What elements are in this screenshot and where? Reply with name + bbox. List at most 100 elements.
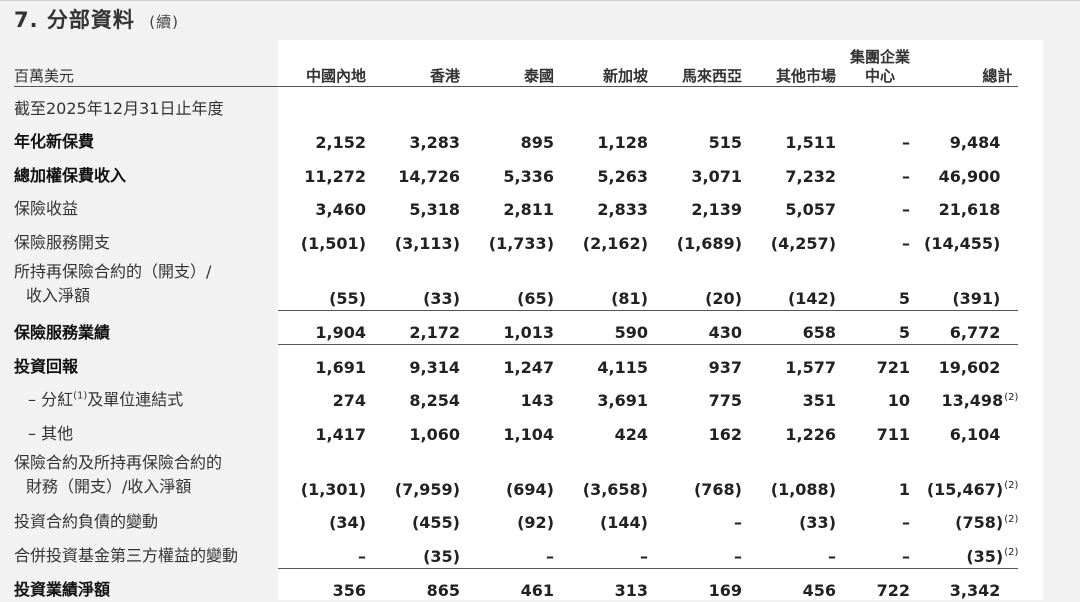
table-cell: 5 [842,255,924,311]
col-header-total: 總計 [982,67,1013,85]
cell-value: 1,013 [503,323,554,342]
table-cell: 424 [560,412,654,446]
table-row: – 其他 1,417 1,060 1,104 424 162 1,226 711 6,104 [14,412,1018,446]
table-cell: 13,498(2) [924,379,1018,413]
table-cell: (391) [924,255,1018,311]
table-cell: 6,104 [924,412,1018,446]
period-row: 截至2025年12月31日止年度 [14,87,1018,121]
cell-value: 456 [802,581,836,600]
table-cell: 143 [466,379,560,413]
cell-value: 3,283 [409,133,460,152]
cell-value: (33) [799,513,836,532]
period-label: 截至2025年12月31日止年度 [14,98,224,118]
cell-value: (35) [966,546,1004,566]
cell-value: (55) [329,288,366,308]
table-cell: – [842,154,924,188]
cell-value: 356 [332,581,366,600]
cell-value: 5,057 [785,200,836,219]
row-label: 保險收益 [14,199,79,218]
table-cell: 14,726 [372,154,466,188]
table-cell: 2,833 [560,188,654,222]
table-cell: (65) [466,255,560,311]
row-label-line: 收入淨額 [26,286,91,305]
table-cell: 3,071 [654,154,748,188]
col-header-hongkong: 香港 [429,67,460,85]
cell-value: 1,104 [503,424,554,444]
header-row: 百萬美元 中國內地 香港 泰國 新加坡 馬來西亞 其他市場 集團企業 中心 總計 [14,42,1019,87]
col-header-corporate: 集團企業 中心 [842,42,924,87]
table-cell: 1,904 [278,309,372,345]
cell-value: 274 [332,391,366,410]
table-row: 所持再保險合約的（開支）/ 收入淨額 (55) (33) (65) (81) (20) (14… [14,255,1018,311]
cell-value: 895 [520,133,554,152]
cell-value: 5,336 [503,166,554,186]
table-cell: 19,602 [924,344,1019,379]
cell-value: 5 [898,288,910,308]
footnote-marker: (2) [1004,480,1019,492]
row-label: 保險服務開支 [14,232,111,252]
table-cell: 456 [748,567,842,602]
cell-value: 162 [708,424,742,444]
table-cell: 3,283 [372,121,466,155]
table-cell: (142) [748,255,842,311]
cell-value: (1,088) [770,479,836,499]
col-header-malaysia: 馬來西亞 [681,67,742,85]
cell-value: (758) [955,513,1004,532]
table-cell: 3,691 [560,379,654,413]
row-label-suffix: 及單位連結式 [87,390,184,409]
table-cell: – [466,534,560,568]
cell-value: (1,501) [300,233,366,253]
cell-value: – [902,133,910,152]
table-cell: 590 [560,309,654,345]
table-cell: 10 [842,379,924,413]
table-row: – 分紅(1)及單位連結式 274 8,254 143 3,691 775 351 10 13,… [14,379,1018,413]
table-cell: 356 [278,567,372,602]
col-header-corporate-line: 中心 [864,67,895,85]
cell-value: (144) [599,513,648,532]
cell-value: (391) [952,288,1001,308]
table-cell: (3,113) [372,221,466,255]
cell-value: 19,602 [938,357,1001,377]
table-cell: 1,060 [372,412,466,446]
cell-value: (455) [411,513,460,532]
table-cell: – [278,534,372,568]
table-cell: 9,314 [372,344,466,379]
cell-value: 722 [876,581,910,600]
cell-value: 6,104 [949,424,1001,444]
cell-value: 711 [876,424,910,444]
table-cell: 515 [654,121,748,155]
table-cell: (2,162) [560,221,654,255]
row-label: 保險合約及所持再保險合約的 財務（開支）/收入淨額 [14,446,278,501]
continued-label: (續) [149,13,179,31]
cell-value: 2,833 [597,200,648,219]
table-cell: (1,733) [466,221,560,255]
cell-value: (65) [517,288,554,308]
table-cell: 3,342 [924,567,1019,602]
cell-value: (1,301) [300,479,366,499]
table-cell: (455) [372,501,466,535]
cell-value: – [902,513,910,532]
row-label: – 分紅(1)及單位連結式 [14,379,278,413]
cell-value: – [546,546,554,566]
cell-value: 6,772 [949,323,1001,342]
table-cell: – [842,534,924,568]
cell-value: 8,254 [409,391,460,410]
cell-value: 515 [708,133,742,152]
table-cell: – [842,188,924,222]
table-cell: (758)(2) [924,501,1018,535]
cell-value: 1,060 [409,424,460,444]
cell-value: – [358,546,366,566]
table-cell: 313 [560,567,654,602]
footnote-marker: (2) [1004,513,1019,525]
table-row: 保險合約及所持再保險合約的 財務（開支）/收入淨額 (1,301) (7,959) (6… [14,446,1018,501]
table-cell: 1,577 [748,344,842,379]
cell-value: 3,691 [597,391,648,410]
cell-value: (768) [693,479,742,499]
table-cell: 2,152 [278,121,372,155]
cell-value: 1,417 [315,424,366,444]
table-cell: (1,088) [748,446,842,501]
table-cell: (694) [466,446,560,501]
cell-value: 1,128 [597,133,648,152]
table-cell: (35)(2) [924,534,1018,568]
cell-value: (33) [423,288,460,308]
